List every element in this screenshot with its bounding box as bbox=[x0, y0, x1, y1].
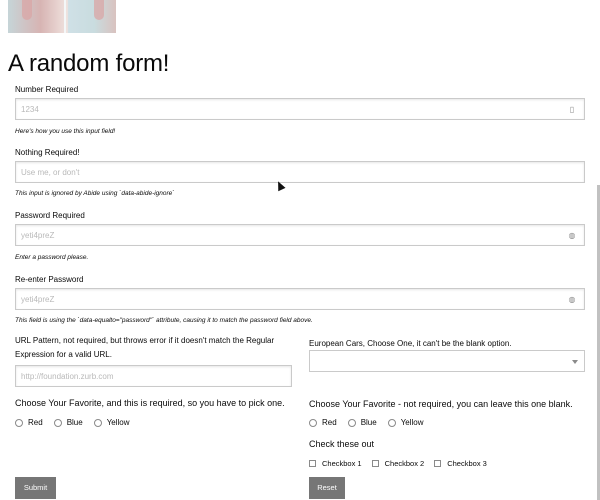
url-input[interactable]: http://foundation.zurb.com bbox=[15, 365, 292, 387]
page-title: A random form! bbox=[8, 50, 170, 77]
radio-yellow[interactable] bbox=[93, 418, 102, 427]
password-input[interactable]: yeti4preZ ◍ bbox=[15, 224, 585, 246]
radio-blue[interactable] bbox=[53, 418, 62, 427]
image-divider bbox=[64, 0, 66, 33]
key-icon: ◍ bbox=[568, 295, 576, 304]
radio-label: Blue bbox=[66, 418, 83, 427]
autofill-icon: ▯ bbox=[569, 105, 575, 114]
reset-button[interactable]: Reset bbox=[309, 477, 345, 499]
radio-yellow[interactable] bbox=[387, 418, 396, 427]
radio-label: Blue bbox=[360, 418, 377, 427]
radio-label: Yellow bbox=[106, 418, 130, 427]
submit-button[interactable]: Submit bbox=[15, 477, 56, 499]
checkbox-label: Checkbox 1 bbox=[322, 459, 362, 468]
nothing-label: Nothing Required! bbox=[15, 148, 80, 157]
number-label: Number Required bbox=[15, 85, 79, 94]
cars-select[interactable] bbox=[309, 350, 585, 372]
number-input[interactable]: 1234 ▯ bbox=[15, 98, 585, 120]
key-icon: ◍ bbox=[568, 231, 576, 240]
nothing-input[interactable]: Use me, or don't bbox=[15, 161, 585, 183]
favorite-optional-group: Red Blue Yellow bbox=[309, 418, 435, 427]
reenter-help: This field is using the `data-equalto="p… bbox=[15, 317, 313, 324]
number-placeholder: 1234 bbox=[21, 104, 39, 114]
image-detail bbox=[22, 0, 32, 20]
nothing-placeholder: Use me, or don't bbox=[21, 167, 80, 177]
favorite-required-legend: Choose Your Favorite, and this is requir… bbox=[15, 398, 285, 408]
url-label: URL Pattern, not required, but throws er… bbox=[15, 336, 275, 359]
header-image bbox=[8, 0, 116, 33]
number-help: Here's how you use this input field! bbox=[15, 128, 116, 135]
url-placeholder: http://foundation.zurb.com bbox=[21, 371, 114, 381]
password-help: Enter a password please. bbox=[15, 254, 89, 261]
radio-blue[interactable] bbox=[347, 418, 356, 427]
cars-label: European Cars, Choose One, it can't be t… bbox=[309, 339, 512, 348]
password-label: Password Required bbox=[15, 211, 85, 220]
password-placeholder: yeti4preZ bbox=[21, 230, 55, 240]
favorite-required-group: Red Blue Yellow bbox=[15, 418, 141, 427]
favorite-optional-legend: Choose Your Favorite - not required, you… bbox=[309, 399, 573, 409]
nothing-help: This input is ignored by Abide using `da… bbox=[15, 190, 175, 197]
chevron-down-icon bbox=[572, 360, 578, 364]
radio-label: Yellow bbox=[400, 418, 424, 427]
checkbox-3[interactable] bbox=[434, 460, 442, 467]
checkbox-1[interactable] bbox=[309, 460, 316, 467]
checkbox-label: Checkbox 3 bbox=[447, 459, 487, 468]
checkbox-label: Checkbox 2 bbox=[384, 459, 425, 468]
radio-label: Red bbox=[322, 418, 337, 427]
reenter-password-input[interactable]: yeti4preZ ◍ bbox=[15, 288, 585, 310]
radio-label: Red bbox=[28, 418, 43, 427]
checkbox-group: Checkbox 1 Checkbox 2 Checkbox 3 bbox=[309, 459, 497, 468]
radio-red[interactable] bbox=[309, 418, 317, 427]
image-detail bbox=[94, 0, 104, 20]
radio-red[interactable] bbox=[15, 418, 23, 427]
checkbox-2[interactable] bbox=[371, 460, 379, 467]
reenter-placeholder: yeti4preZ bbox=[21, 294, 55, 304]
reenter-label: Re-enter Password bbox=[15, 275, 84, 284]
checkbox-legend: Check these out bbox=[309, 439, 375, 449]
